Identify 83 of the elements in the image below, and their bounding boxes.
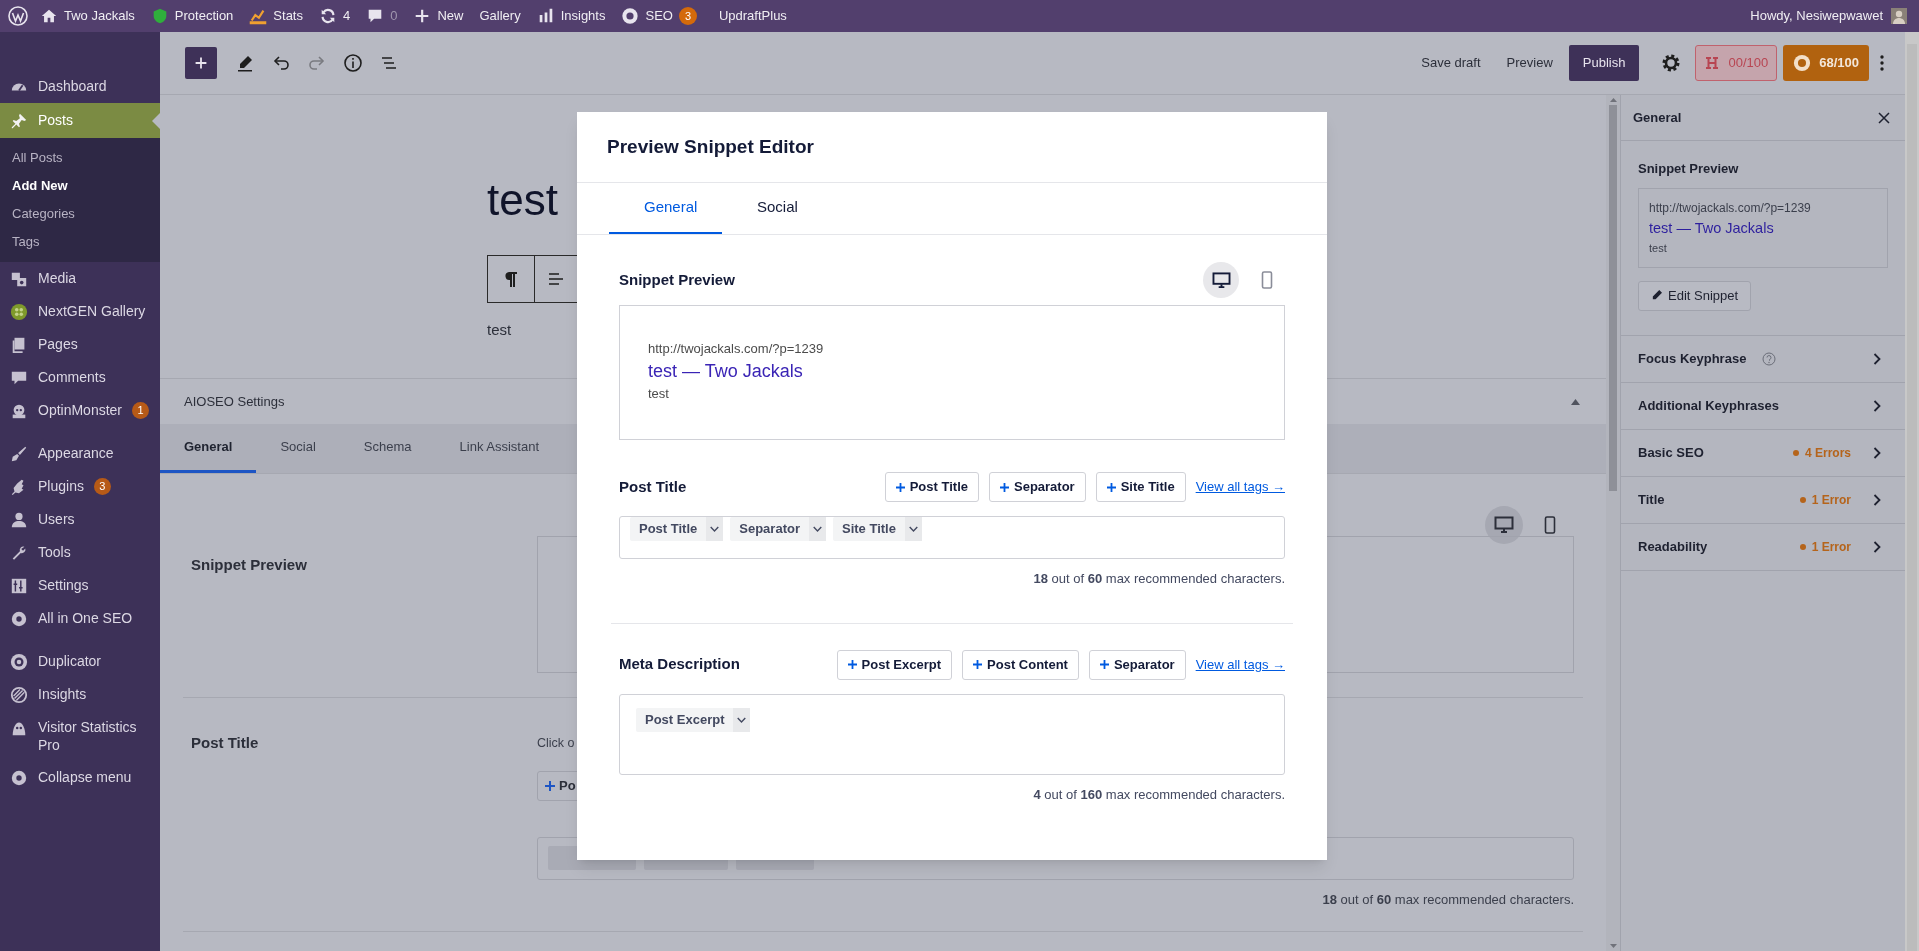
- publish-button[interactable]: Publish: [1568, 45, 1640, 81]
- sidebar-item[interactable]: Settings: [0, 569, 160, 602]
- count-badge: 3: [678, 7, 697, 25]
- sidebar-item[interactable]: Plugins 3: [0, 470, 160, 503]
- settings-tab[interactable]: Link Assistant: [435, 424, 564, 473]
- admin-bar-link[interactable]: Stats: [249, 6, 303, 26]
- field-label: Snippet Preview: [190, 555, 308, 575]
- add-tag-button[interactable]: Separator: [1088, 649, 1186, 680]
- settings-tab[interactable]: Schema: [339, 424, 436, 473]
- tag-chip[interactable]: Post Title: [630, 517, 724, 541]
- add-tag-button[interactable]: Post Excerpt: [836, 649, 953, 680]
- add-tag-button[interactable]: Site Title: [1095, 472, 1186, 502]
- sidebar-item[interactable]: Comments: [0, 361, 160, 394]
- character-count: 4 out of 160 max recommended characters.: [1033, 785, 1285, 804]
- error-count: 1 Error: [1811, 491, 1851, 509]
- snippet-url: http://twojackals.com/?p=1239: [1649, 199, 1811, 217]
- error-count: 4 Errors: [1804, 444, 1851, 462]
- admin-bar-link[interactable]: New: [413, 6, 464, 26]
- tag-chip[interactable]: Separator: [730, 517, 826, 541]
- count-badge: 3: [93, 478, 111, 495]
- edit-snippet-button[interactable]: Edit Snippet: [1638, 280, 1752, 311]
- snippet-url: http://twojackals.com/?p=1239: [648, 340, 824, 358]
- submenu-item[interactable]: All Posts: [0, 144, 160, 172]
- sidebar-item[interactable]: Posts: [0, 103, 160, 138]
- sidebar-item[interactable]: OptinMonster 1: [0, 394, 160, 427]
- submenu-item[interactable]: Categories: [0, 200, 160, 228]
- panel-title: AIOSEO Settings: [184, 392, 285, 411]
- snippet-description: test: [1649, 240, 1667, 256]
- sidebar-item[interactable]: Visitor Statistics Pro: [0, 711, 160, 761]
- title-input-field[interactable]: Post Title Separator Site Title: [619, 516, 1285, 559]
- admin-bar-link[interactable]: Gallery: [479, 6, 521, 26]
- view-all-tags-link[interactable]: View all tags →: [1195, 477, 1285, 497]
- add-tag-button[interactable]: Post Title: [884, 472, 979, 502]
- post-title[interactable]: test: [487, 175, 558, 225]
- dialog-tab[interactable]: Social: [722, 183, 833, 234]
- sidebar-item[interactable]: Users: [0, 503, 160, 536]
- snippet-title-link[interactable]: test — Two Jackals: [648, 358, 803, 384]
- description-input-field[interactable]: Post Excerpt: [619, 693, 1285, 775]
- count-badge: 1: [132, 402, 150, 419]
- sidebar-title: General: [1633, 108, 1682, 127]
- error-count: 1 Error: [1811, 538, 1851, 556]
- sidebar-item[interactable]: Media: [0, 262, 160, 295]
- save-draft-button[interactable]: Save draft: [1411, 53, 1491, 73]
- submenu-item[interactable]: Add New: [0, 172, 160, 200]
- admin-bar-link[interactable]: 4: [319, 6, 351, 26]
- preview-button[interactable]: Preview: [1496, 53, 1563, 73]
- hint-text: Click o: [537, 735, 575, 752]
- character-count: 18 out of 60 max recommended characters.: [1033, 570, 1285, 588]
- view-all-tags-link[interactable]: View all tags →: [1195, 654, 1285, 675]
- sidebar-item[interactable]: Insights: [0, 678, 160, 711]
- admin-bar-link[interactable]: Protection: [150, 6, 234, 26]
- section-title: Snippet Preview: [1638, 160, 1740, 178]
- field-label: Post Title: [619, 476, 687, 497]
- sidebar-item[interactable]: All in One SEO: [0, 602, 160, 635]
- seo-score-button[interactable]: 68/100: [1783, 45, 1869, 81]
- admin-bar-link[interactable]: Two Jackals: [40, 6, 135, 26]
- section-title: Snippet Preview: [619, 269, 735, 290]
- add-tag-button[interactable]: Separator: [989, 472, 1086, 502]
- admin-bar-link[interactable]: UpdraftPlus: [718, 6, 787, 26]
- sidebar-item[interactable]: Pages: [0, 328, 160, 361]
- settings-tab[interactable]: General: [160, 424, 257, 473]
- tag-chip[interactable]: Site Title: [833, 517, 922, 541]
- add-tag-button[interactable]: Post Content: [962, 649, 1079, 680]
- settings-tab[interactable]: Social: [256, 424, 340, 473]
- field-label: Post Title: [190, 733, 260, 753]
- admin-bar-link[interactable]: Insights: [536, 6, 606, 26]
- snippet-description: test: [648, 385, 669, 403]
- submenu-item[interactable]: Tags: [0, 228, 160, 256]
- sidebar-item[interactable]: Appearance: [0, 437, 160, 470]
- modal-title: Preview Snippet Editor: [607, 134, 814, 159]
- admin-bar-link[interactable]: SEO: [621, 6, 673, 26]
- tag-chip[interactable]: Post Excerpt: [636, 707, 751, 732]
- sidebar-item[interactable]: Tools: [0, 536, 160, 569]
- sidebar-item[interactable]: Duplicator: [0, 645, 160, 678]
- dialog-tab[interactable]: General: [609, 183, 722, 234]
- field-label: Meta Description: [619, 654, 740, 675]
- snippet-title-link[interactable]: test — Two Jackals: [1649, 216, 1774, 239]
- sidebar-item[interactable]: Collapse menu: [0, 761, 160, 794]
- paragraph-text[interactable]: test: [487, 319, 512, 342]
- sidebar-item[interactable]: NextGEN Gallery: [0, 295, 160, 328]
- sidebar-item[interactable]: Dashboard: [0, 70, 160, 103]
- account-greeting[interactable]: Howdy, Nesiwepwawet: [1750, 6, 1883, 26]
- character-count: 18 out of 60 max recommended characters.: [1322, 890, 1574, 909]
